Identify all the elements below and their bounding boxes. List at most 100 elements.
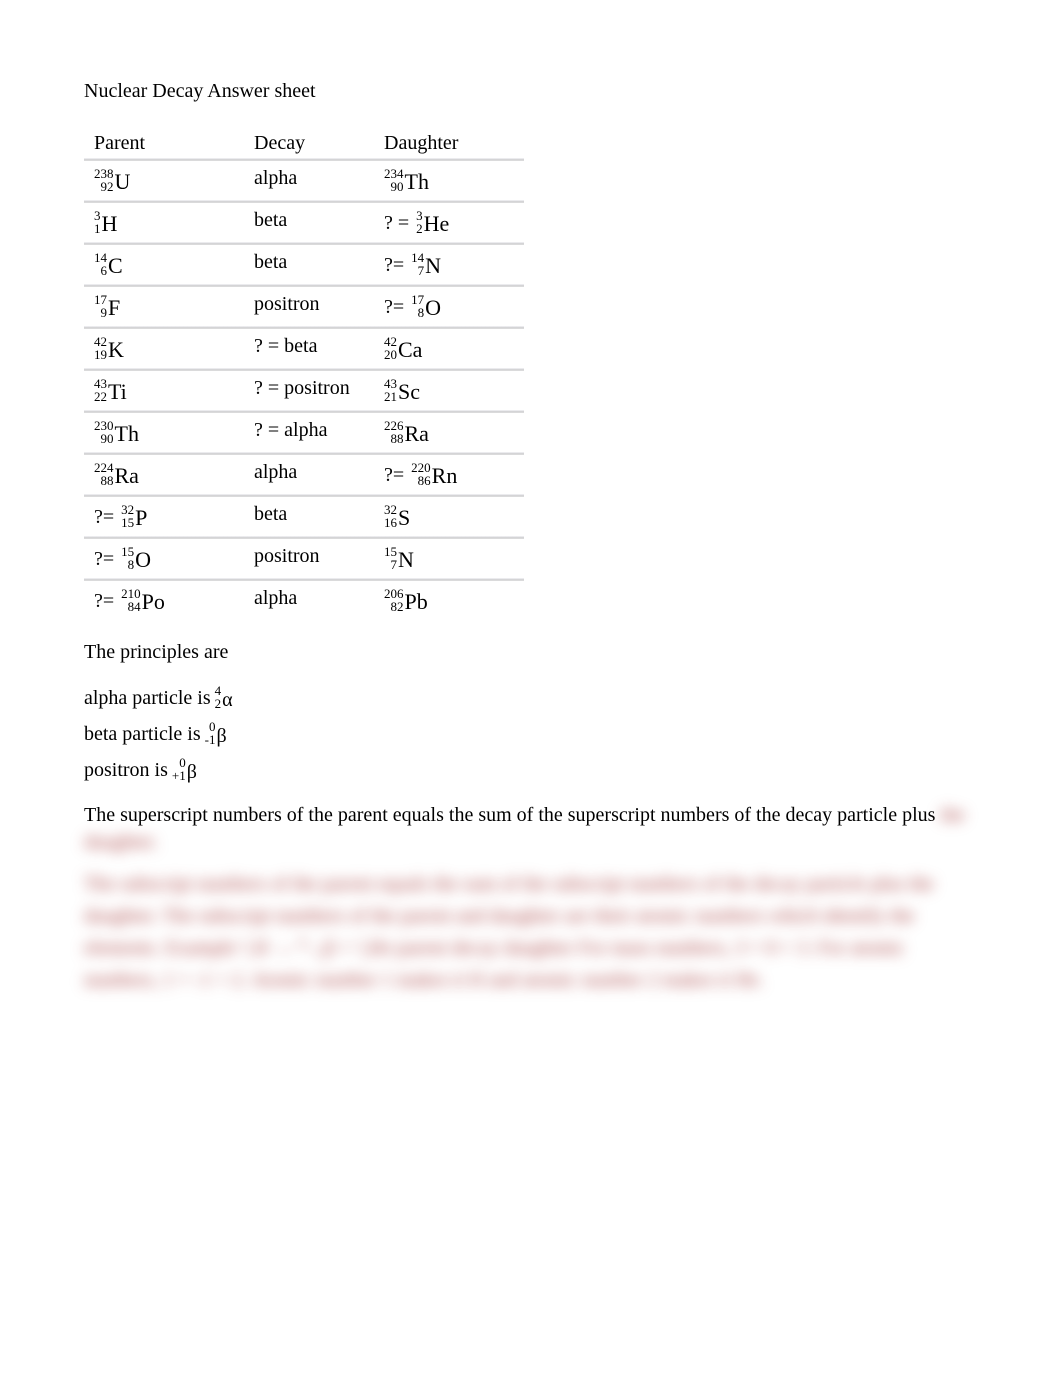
daughter-numbers: 15 7 (384, 545, 397, 571)
header-decay: Decay (244, 128, 374, 161)
parent-atomic: 8 (128, 558, 135, 571)
parent-numbers: 14 6 (94, 251, 107, 277)
parent-symbol: K (108, 339, 124, 361)
parent-qmark: ?= (94, 506, 119, 528)
decay-cell: beta (244, 245, 374, 287)
parent-numbers: 15 8 (121, 545, 134, 571)
table-row: ?= 210 84 Po alpha 206 82 Pb (84, 581, 524, 621)
parent-atomic: 84 (128, 600, 141, 613)
parent-numbers: 224 88 (94, 461, 114, 487)
decay-cell: alpha (244, 581, 374, 621)
alpha-particle-line: alpha particle is 4 2 α (84, 684, 978, 710)
parent-cell: 230 90 Th (84, 413, 244, 455)
daughter-numbers: 43 21 (384, 377, 397, 403)
daughter-nuclide: ?= 14 7 N (384, 251, 441, 277)
parent-numbers: 230 90 (94, 419, 114, 445)
daughter-symbol: Rn (432, 465, 458, 487)
parent-nuclide: 230 90 Th (94, 419, 139, 445)
parent-qmark: ?= (94, 590, 119, 612)
parent-cell: 43 22 Ti (84, 371, 244, 413)
beta-lead: beta particle is (84, 723, 201, 746)
parent-numbers: 43 22 (94, 377, 107, 403)
decay-cell: beta (244, 497, 374, 539)
beta-symbol: β (216, 726, 226, 746)
parent-numbers: 32 15 (121, 503, 134, 529)
daughter-nuclide: 43 21 Sc (384, 377, 420, 403)
daughter-atomic: 90 (391, 180, 404, 193)
parent-cell: ?= 32 15 P (84, 497, 244, 539)
parent-cell: 14 6 C (84, 245, 244, 287)
decay-cell: ? = beta (244, 329, 374, 371)
daughter-cell: ?= 17 8 O (374, 287, 524, 329)
parent-atomic: 19 (94, 348, 107, 361)
parent-qmark: ?= (94, 548, 119, 570)
explanation-paragraph-1: The superscript numbers of the parent eq… (84, 802, 978, 856)
daughter-cell: 206 82 Pb (374, 581, 524, 621)
table-row: ?= 15 8 O positron 15 7 N (84, 539, 524, 581)
daughter-cell: ? = 3 2 He (374, 203, 524, 245)
daughter-cell: 42 20 Ca (374, 329, 524, 371)
daughter-symbol: He (424, 213, 450, 235)
parent-numbers: 210 84 (121, 587, 141, 613)
daughter-atomic: 7 (391, 558, 398, 571)
daughter-symbol: Pb (405, 591, 428, 613)
daughter-atomic: 16 (384, 516, 397, 529)
positron-lead: positron is (84, 759, 168, 782)
parent-cell: 3 1 H (84, 203, 244, 245)
parent-numbers: 42 19 (94, 335, 107, 361)
parent-cell: 42 19 K (84, 329, 244, 371)
decay-cell: alpha (244, 455, 374, 497)
header-parent: Parent (84, 128, 244, 161)
table-row: ?= 32 15 P beta 32 16 S (84, 497, 524, 539)
daughter-nuclide: 206 82 Pb (384, 587, 428, 613)
daughter-cell: 15 7 N (374, 539, 524, 581)
daughter-atomic: 7 (418, 264, 425, 277)
table-row: 238 92 U alpha 234 90 Th (84, 161, 524, 203)
parent-symbol: C (108, 255, 123, 277)
alpha-numbers: 4 2 (215, 684, 222, 710)
daughter-nuclide: 15 7 N (384, 545, 414, 571)
parent-nuclide: 42 19 K (94, 335, 124, 361)
daughter-atomic: 8 (418, 306, 425, 319)
parent-symbol: U (115, 171, 131, 193)
daughter-numbers: 17 8 (411, 293, 424, 319)
daughter-atomic: 20 (384, 348, 397, 361)
positron-symbol: β (187, 762, 197, 782)
daughter-atomic: 88 (391, 432, 404, 445)
parent-symbol: H (102, 213, 118, 235)
parent-symbol: Po (142, 591, 165, 613)
decay-cell: ? = positron (244, 371, 374, 413)
parent-nuclide: ?= 210 84 Po (94, 587, 165, 613)
positron-particle-line: positron is 0 +1 β (84, 756, 978, 782)
parent-nuclide: 224 88 Ra (94, 461, 139, 487)
parent-nuclide: 43 22 Ti (94, 377, 127, 403)
decay-table: Parent Decay Daughter 238 92 U alpha 234… (84, 128, 524, 621)
parent-numbers: 3 1 (94, 209, 101, 235)
daughter-numbers: 42 20 (384, 335, 397, 361)
parent-nuclide: ?= 15 8 O (94, 545, 151, 571)
table-row: 3 1 H beta ? = 3 2 He (84, 203, 524, 245)
principles-heading: The principles are (84, 641, 978, 664)
decay-cell: beta (244, 203, 374, 245)
table-row: 42 19 K ? = beta 42 20 Ca (84, 329, 524, 371)
parent-symbol: Ra (115, 465, 139, 487)
daughter-symbol: S (398, 507, 410, 529)
parent-nuclide: 14 6 C (94, 251, 123, 277)
decay-cell: positron (244, 539, 374, 581)
daughter-symbol: N (398, 549, 414, 571)
parent-nuclide: ?= 32 15 P (94, 503, 147, 529)
alpha-symbol: α (222, 690, 232, 710)
positron-numbers: 0 +1 (172, 756, 186, 782)
parent-cell: 17 9 F (84, 287, 244, 329)
daughter-numbers: 32 16 (384, 503, 397, 529)
parent-cell: ?= 15 8 O (84, 539, 244, 581)
daughter-symbol: Th (405, 171, 429, 193)
parent-cell: 224 88 Ra (84, 455, 244, 497)
daughter-numbers: 14 7 (411, 251, 424, 277)
parent-atomic: 1 (94, 222, 101, 235)
daughter-cell: 226 88 Ra (374, 413, 524, 455)
beta-particle-line: beta particle is 0 -1 β (84, 720, 978, 746)
beta-numbers: 0 -1 (205, 720, 216, 746)
daughter-qmark: ? = (384, 212, 414, 234)
daughter-cell: ?= 14 7 N (374, 245, 524, 287)
